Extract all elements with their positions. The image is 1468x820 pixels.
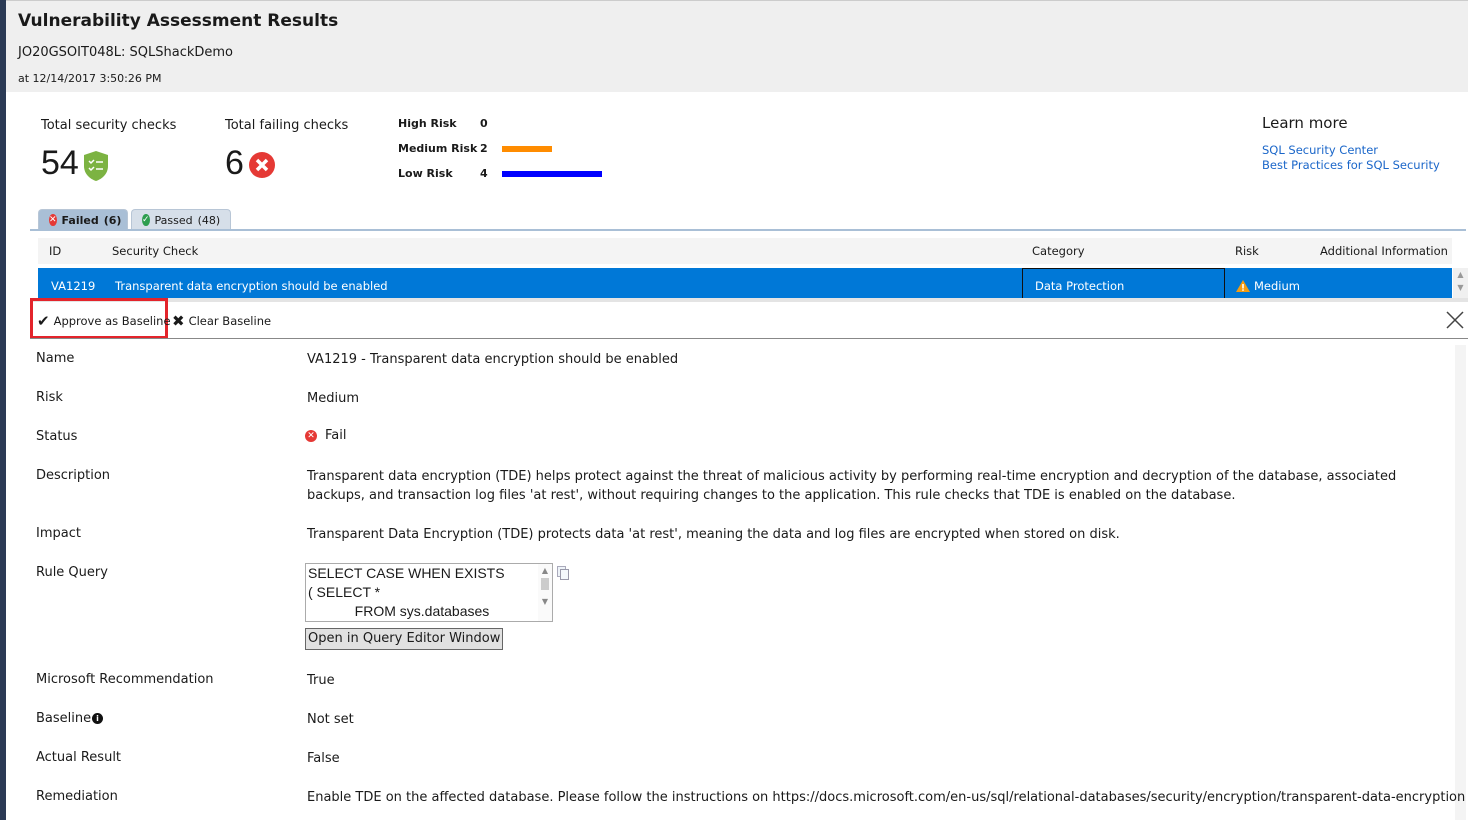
description-value: Transparent data encryption (TDE) helps … bbox=[307, 469, 1397, 503]
row-check: Transparent data encryption should be en… bbox=[115, 279, 388, 293]
remediation-label: Remediation bbox=[36, 789, 118, 804]
low-risk-label: Low Risk bbox=[398, 167, 453, 180]
approve-label: Approve as Baseline bbox=[53, 314, 171, 328]
risk-label: Risk bbox=[36, 390, 63, 405]
low-risk-count: 4 bbox=[480, 167, 488, 180]
learn-more-title: Learn more bbox=[1262, 114, 1348, 132]
grid-scrollbar[interactable]: ▲ ▼ bbox=[1453, 268, 1468, 298]
status-value: Fail bbox=[325, 428, 347, 443]
failing-checks-value: 6 bbox=[225, 144, 244, 182]
clear-baseline-button[interactable]: ✖ Clear Baseline bbox=[172, 312, 271, 330]
medium-risk-count: 2 bbox=[480, 142, 488, 155]
tab-divider bbox=[30, 229, 1466, 231]
rule-query-label: Rule Query bbox=[36, 565, 108, 580]
query-scrollbar[interactable]: ▲ ▼ bbox=[538, 564, 552, 621]
tab-failed-count: (6) bbox=[103, 213, 122, 227]
approve-baseline-button[interactable]: ✔ Approve as Baseline bbox=[37, 312, 171, 330]
column-security-check[interactable]: Security Check bbox=[112, 244, 198, 258]
left-border bbox=[0, 0, 6, 820]
actual-result-label: Actual Result bbox=[36, 750, 122, 765]
tab-passed-count: (48) bbox=[197, 213, 221, 227]
copy-icon[interactable] bbox=[557, 566, 569, 580]
recommendation-label: Microsoft Recommendation bbox=[36, 672, 214, 687]
query-line: FROM sys.databases bbox=[308, 603, 490, 619]
column-id[interactable]: ID bbox=[49, 244, 61, 258]
shield-check-icon bbox=[84, 151, 108, 181]
actual-result-value: False bbox=[307, 751, 340, 766]
rule-query-textbox[interactable]: SELECT CASE WHEN EXISTS ( SELECT * FROM s… bbox=[305, 563, 553, 622]
name-value: VA1219 - Transparent data encryption sho… bbox=[307, 352, 679, 367]
fail-icon: ✕ bbox=[305, 430, 317, 442]
row-risk: Medium bbox=[1254, 279, 1300, 293]
baseline-value: Not set bbox=[307, 712, 354, 727]
high-risk-label: High Risk bbox=[398, 117, 457, 130]
server-database: JO20GSOIT048L: SQLShackDemo bbox=[18, 45, 233, 60]
warning-icon bbox=[1236, 280, 1250, 292]
recommendation-value: True bbox=[307, 673, 335, 688]
total-checks-value: 54 bbox=[41, 144, 79, 182]
fail-icon: ✕ bbox=[49, 214, 57, 226]
grid-header: ID Security Check Category Risk Addition… bbox=[38, 238, 1452, 264]
column-additional-info[interactable]: Additional Information bbox=[1320, 244, 1448, 258]
remediation-value: Enable TDE on the affected database. Ple… bbox=[307, 790, 1466, 805]
best-practices-link[interactable]: Best Practices for SQL Security bbox=[1262, 158, 1440, 172]
row-id: VA1219 bbox=[51, 279, 96, 293]
scan-timestamp: at 12/14/2017 3:50:26 PM bbox=[18, 72, 162, 85]
x-icon: ✖ bbox=[172, 312, 185, 330]
medium-risk-label: Medium Risk bbox=[398, 142, 478, 155]
toolbar-divider bbox=[30, 338, 1468, 339]
checkmark-icon: ✔ bbox=[37, 312, 50, 330]
tab-failed[interactable]: ✕ Failed (6) bbox=[38, 209, 128, 230]
query-line: SELECT CASE WHEN EXISTS bbox=[308, 565, 505, 581]
name-label: Name bbox=[36, 351, 75, 366]
total-checks-label: Total security checks bbox=[41, 118, 177, 133]
column-category[interactable]: Category bbox=[1032, 244, 1085, 258]
page-title: Vulnerability Assessment Results bbox=[18, 11, 339, 31]
tab-passed-label: Passed bbox=[154, 213, 193, 227]
impact-label: Impact bbox=[36, 526, 81, 541]
pass-icon: ✓ bbox=[142, 214, 150, 226]
low-risk-bar bbox=[502, 171, 602, 177]
tab-passed[interactable]: ✓ Passed (48) bbox=[131, 209, 231, 230]
row-category: Data Protection bbox=[1035, 279, 1125, 293]
baseline-label: Baseline bbox=[36, 711, 92, 726]
close-icon[interactable] bbox=[1446, 311, 1464, 329]
impact-value: Transparent Data Encryption (TDE) protec… bbox=[307, 527, 1120, 542]
open-query-editor-button[interactable]: Open in Query Editor Window bbox=[305, 628, 504, 650]
risk-value: Medium bbox=[307, 391, 359, 406]
high-risk-count: 0 bbox=[480, 117, 488, 130]
tab-failed-label: Failed bbox=[61, 213, 99, 227]
description-label: Description bbox=[36, 468, 111, 483]
sql-security-center-link[interactable]: SQL Security Center bbox=[1262, 143, 1378, 157]
status-label: Status bbox=[36, 429, 78, 444]
details-scrollbar[interactable] bbox=[1455, 345, 1466, 820]
clear-label: Clear Baseline bbox=[188, 314, 272, 328]
fail-icon bbox=[249, 152, 275, 178]
column-risk[interactable]: Risk bbox=[1235, 244, 1259, 258]
info-icon[interactable]: i bbox=[92, 713, 103, 724]
query-line: ( SELECT * bbox=[308, 584, 381, 600]
failing-checks-label: Total failing checks bbox=[225, 118, 349, 133]
splitter[interactable] bbox=[30, 298, 1468, 302]
table-row[interactable]: VA1219 Transparent data encryption shoul… bbox=[38, 268, 1452, 298]
medium-risk-bar bbox=[502, 146, 552, 152]
header: Vulnerability Assessment Results JO20GSO… bbox=[6, 0, 1468, 92]
